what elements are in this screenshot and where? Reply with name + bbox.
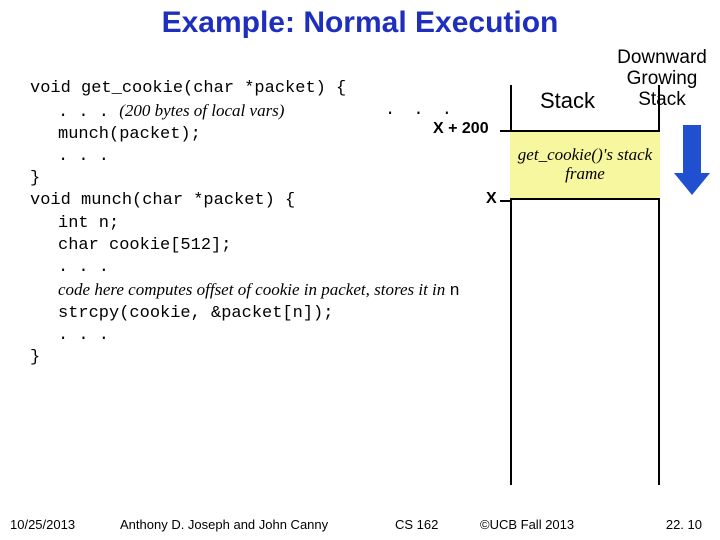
code-line: }	[30, 168, 470, 190]
footer-page-number: 22. 10	[666, 517, 702, 532]
code-line: . . .	[30, 257, 470, 279]
footer-course: CS 162	[395, 517, 438, 532]
code-text: . . .	[385, 100, 456, 122]
code-text: . . .	[58, 103, 119, 122]
code-block: void get_cookie(char *packet) { . . . (2…	[30, 78, 470, 369]
slide: Example: Normal Execution Downward Growi…	[0, 0, 720, 540]
code-line: void munch(char *packet) {	[30, 190, 470, 212]
code-text: n	[450, 282, 460, 301]
code-line: void get_cookie(char *packet) {	[30, 78, 470, 100]
footer-copyright: ©UCB Fall 2013	[480, 517, 574, 532]
code-line: . . . (200 bytes of local vars) . . .	[30, 100, 470, 124]
pointer-label-x: X	[486, 190, 497, 208]
tick-mark	[500, 130, 510, 132]
code-comment: code here computes offset of cookie in p…	[58, 280, 450, 299]
footer-authors: Anthony D. Joseph and John Canny	[120, 517, 328, 532]
page-title: Example: Normal Execution	[0, 6, 720, 40]
tick-mark	[500, 200, 510, 202]
code-line: code here computes offset of cookie in p…	[30, 279, 470, 303]
code-comment: (200 bytes of local vars)	[119, 101, 284, 120]
down-arrow-icon	[680, 125, 704, 195]
footer-date: 10/25/2013	[10, 517, 75, 532]
code-line: char cookie[512];	[30, 235, 470, 257]
code-line: munch(packet);	[30, 124, 470, 146]
code-line: . . .	[30, 146, 470, 168]
code-line: . . .	[30, 325, 470, 347]
code-line: int n;	[30, 213, 470, 235]
code-line: }	[30, 347, 470, 369]
stack-frame: get_cookie()'s stack frame	[510, 130, 660, 200]
code-line: strcpy(cookie, &packet[n]);	[30, 303, 470, 325]
